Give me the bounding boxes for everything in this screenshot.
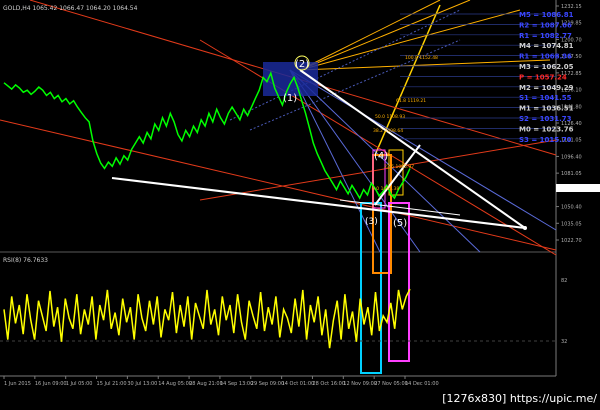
fib-label: 100.0 1152.48 — [405, 55, 438, 61]
fib-label: 38.2 1098.64 — [373, 128, 403, 134]
fib-label: 0.0 1065.38 — [372, 186, 399, 192]
x-tick-label: 28 Oct 16:00 — [312, 381, 345, 387]
rsi-tick-label: 82 — [561, 278, 567, 284]
trendline-endpoint — [523, 226, 527, 230]
fib-label: 61.8 1119.21 — [396, 98, 426, 104]
pivot-level-label: S2 = 1031.73 — [519, 115, 572, 123]
y-tick-label: 1096.40 — [561, 154, 582, 160]
current-price-marker — [556, 184, 600, 192]
price-title: GOLD,H4 1065.42 1066.47 1064.20 1064.54 — [3, 5, 138, 12]
y-tick-label: 1050.40 — [561, 205, 582, 211]
pivot-level-label: M2 = 1049.29 — [519, 84, 574, 92]
x-tick-label: 28 Aug 21:00 — [189, 381, 223, 387]
wave-label-1: (1) — [283, 93, 297, 104]
wave-label-3: (3) — [365, 217, 378, 227]
pivot-level-label: M3 = 1062.05 — [519, 63, 574, 71]
rsi-title: RSI(8) 76.7633 — [3, 257, 48, 264]
x-tick-label: 30 Jul 13:00 — [127, 381, 157, 387]
time-axis: 1 Jun 2015 16 Jun 09:00 1 Jul 05:00 15 Jul … — [3, 376, 439, 387]
y-tick-label: 1232.15 — [561, 4, 582, 10]
wave-label-4: (4) — [374, 151, 388, 162]
x-tick-label: 12 Nov 09:00 — [343, 381, 377, 387]
y-tick-label: 1081.05 — [561, 171, 582, 177]
pivot-level-label: R1 = 1068.96 — [519, 53, 572, 61]
pivot-level-label: M1 = 1036.51 — [519, 105, 574, 113]
x-tick-label: 15 Jul 21:00 — [97, 381, 127, 387]
rsi-tick-label: 32 — [561, 339, 567, 345]
wave-label-2: (2) — [295, 59, 309, 70]
x-tick-label: 1 Jul 05:00 — [66, 381, 93, 387]
pivot-level-label: S1 = 1041.55 — [519, 94, 572, 102]
pivot-level-label: R1 = 1082.77 — [519, 32, 572, 40]
pivot-level-label: M0 = 1023.76 — [519, 125, 574, 133]
pivot-level-label: P = 1057.24 — [519, 73, 567, 81]
x-tick-label: 29 Sep 09:00 — [251, 381, 284, 387]
pivot-level-label: S3 = 1015.70 — [519, 136, 572, 144]
wave-2-box — [263, 62, 318, 96]
x-tick-label: 1 Jun 2015 — [4, 381, 31, 387]
price-axis: 1232.151219.851200.701187.501172.851156.… — [556, 4, 600, 244]
x-tick-label: 16 Jun 09:00 — [35, 381, 67, 387]
wave-label-5: (5) — [393, 218, 407, 229]
chart-window: 1232.15 1219.85 1200.70 1187.50 1172.85 1156.… — [0, 0, 600, 410]
fib-label: 50.0 1108.93 — [375, 114, 405, 120]
chart-canvas: 1232.151219.851200.701187.501172.851156.… — [0, 0, 600, 405]
x-tick-label: 14 Dec 01:00 — [405, 381, 439, 387]
pivot-level-label: R2 = 1087.66 — [519, 21, 572, 29]
fib-label: 23.6 1085.97 — [384, 164, 414, 170]
x-tick-label: 14 Aug 05:00 — [158, 381, 192, 387]
y-tick-label: 1022.70 — [561, 238, 582, 244]
x-tick-label: 14 Sep 13:00 — [220, 381, 253, 387]
y-tick-label: 1035.05 — [561, 221, 582, 227]
rsi-axis: 82 32 — [561, 278, 567, 345]
x-tick-label: 27 Nov 05:00 — [374, 381, 408, 387]
pivot-level-label: M4 = 1074.81 — [519, 42, 574, 50]
x-tick-label: 14 Oct 01:00 — [282, 381, 315, 387]
pivot-level-label: M5 = 1086.81 — [519, 11, 574, 19]
watermark: [1276x830] https://upic.me/ — [442, 392, 597, 405]
price-panel — [0, 0, 556, 252]
